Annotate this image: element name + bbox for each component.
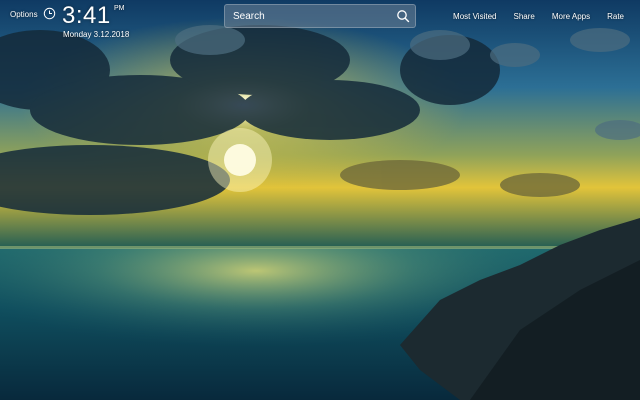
background-wallpaper <box>0 0 640 400</box>
rate-link[interactable]: Rate <box>607 12 624 21</box>
more-apps-link[interactable]: More Apps <box>552 12 590 21</box>
clock-icon[interactable] <box>43 7 56 20</box>
top-nav: Most Visited Share More Apps Rate <box>453 12 624 21</box>
search-bar <box>224 4 416 28</box>
clock-date: Monday 3.12.2018 <box>63 30 130 39</box>
clock-time: 3:41 <box>62 2 111 29</box>
options-link[interactable]: Options <box>10 10 38 19</box>
most-visited-link[interactable]: Most Visited <box>453 12 496 21</box>
clock-ampm: PM <box>114 5 125 12</box>
share-link[interactable]: Share <box>513 12 534 21</box>
new-tab-page: Options 3:41 PM Monday 3.12.2018 Most Vi… <box>0 0 640 400</box>
search-icon[interactable] <box>396 9 410 23</box>
search-input[interactable] <box>233 5 383 27</box>
